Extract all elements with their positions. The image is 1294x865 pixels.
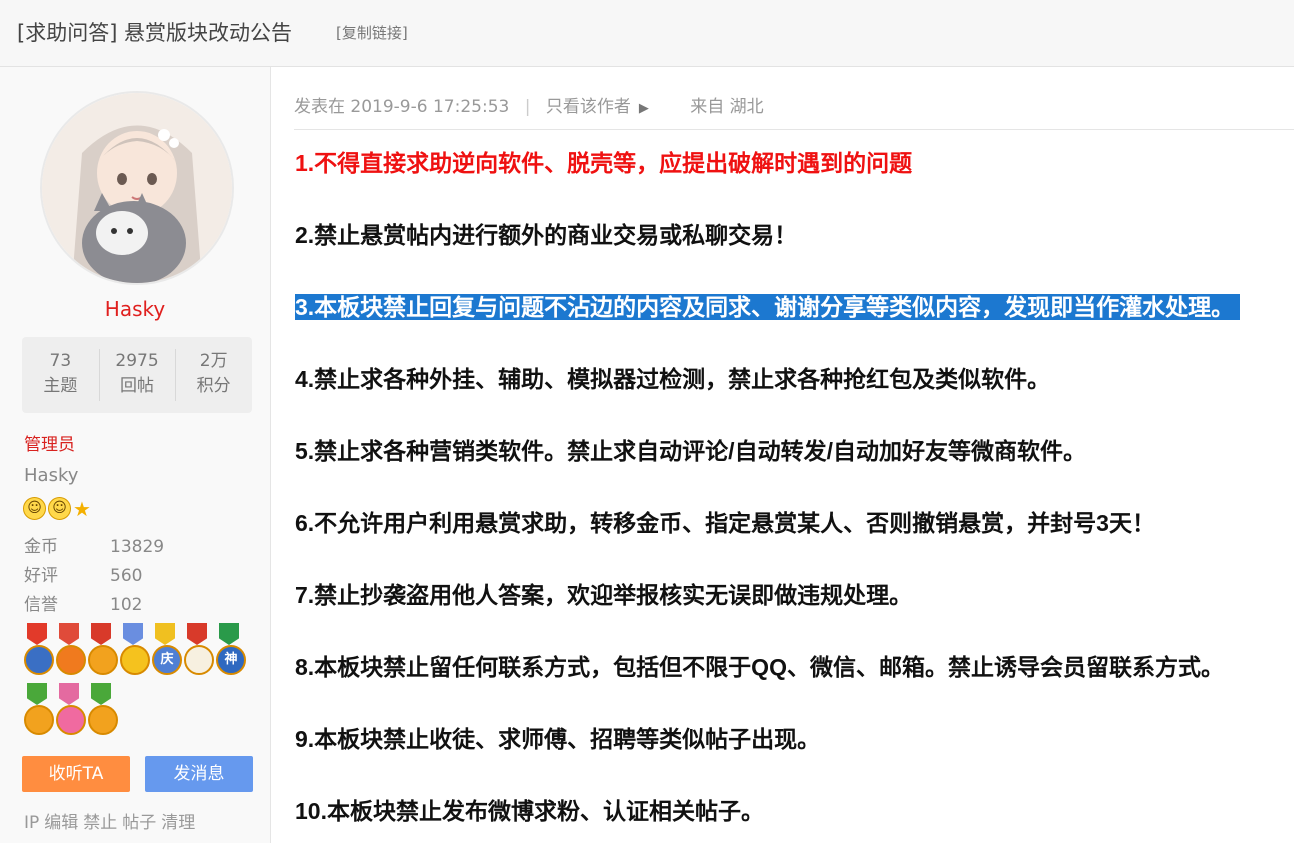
smiley-icon: ☺ xyxy=(23,497,46,520)
stat-replies[interactable]: 2975 回帖 xyxy=(98,337,176,413)
medal-icon[interactable] xyxy=(182,623,214,679)
medal-icon[interactable] xyxy=(86,683,118,739)
rule-item: 7.禁止抄袭盗用他人答案，欢迎举报核实无误即做违规处理。 xyxy=(295,582,913,608)
avatar-illustration xyxy=(42,93,232,283)
medal-icon[interactable] xyxy=(22,623,54,679)
rule-item: 9.本板块禁止收徒、求师傅、招聘等类似帖子出现。 xyxy=(295,726,821,752)
star-icon: ★ xyxy=(73,496,91,521)
info-key: 金币 xyxy=(24,537,58,557)
posted-time: 2019-9-6 17:25:53 xyxy=(350,97,510,117)
rule-item: 4.禁止求各种外挂、辅助、模拟器过检测，禁止求各种抢红包及类似软件。 xyxy=(295,366,1051,392)
stat-label: 积分 xyxy=(196,376,231,396)
rule-item: 1.不得直接求助逆向软件、脱壳等，应提出破解时遇到的问题 xyxy=(295,150,913,176)
posted-prefix: 发表在 xyxy=(294,97,345,117)
post-body: 1.不得直接求助逆向软件、脱壳等，应提出破解时遇到的问题 2.禁止悬赏帖内进行额… xyxy=(295,145,1285,865)
medal-icon[interactable] xyxy=(54,623,86,679)
post-location: 来自 湖北 xyxy=(690,97,764,117)
medal-icon[interactable]: 庆 xyxy=(150,623,182,679)
stat-label: 回帖 xyxy=(120,376,154,396)
stat-value: 2975 xyxy=(115,351,159,371)
info-coins: 金币 13829 xyxy=(24,532,164,557)
stat-value: 2万 xyxy=(199,351,228,371)
smiley-icon: ☺ xyxy=(48,497,71,520)
medal-icon[interactable]: 神 xyxy=(214,623,246,679)
medal-list: 庆 神 xyxy=(22,623,262,743)
rule-item: 3.本板块禁止回复与问题不沾边的内容及同求、谢谢分享等类似内容，发现即当作灌水处… xyxy=(295,289,1285,361)
medal-icon[interactable] xyxy=(118,623,150,679)
info-key: 信誉 xyxy=(24,595,58,615)
info-value: 13829 xyxy=(110,537,165,557)
rule-item: 2.禁止悬赏帖内进行额外的商业交易或私聊交易！ xyxy=(295,222,798,248)
medal-icon[interactable] xyxy=(54,683,86,739)
stat-points[interactable]: 2万 积分 xyxy=(175,337,252,413)
only-author-link[interactable]: 只看该作者 xyxy=(546,97,631,117)
medal-glyph: 神 xyxy=(216,645,246,675)
admin-link-ip[interactable]: IP xyxy=(24,813,39,833)
avatar[interactable] xyxy=(40,91,234,285)
rule-item: 6.不允许用户利用悬赏求助，转移金币、指定悬赏某人、否则撤销悬赏，并封号3天！ xyxy=(295,510,1155,536)
thread-title: [求助问答] 悬赏版块改动公告 xyxy=(17,21,293,45)
medal-icon[interactable] xyxy=(86,623,118,679)
admin-link-posts[interactable]: 帖子 xyxy=(122,813,156,833)
copy-link[interactable]: [复制链接] xyxy=(336,22,408,43)
info-credit: 信誉 102 xyxy=(24,590,142,615)
thread-header: [求助问答] 悬赏版块改动公告 [复制链接] xyxy=(0,0,1294,67)
author-stats: 73 主题 2975 回帖 2万 积分 xyxy=(22,337,252,413)
stat-value: 73 xyxy=(49,351,72,371)
info-rating: 好评 560 xyxy=(24,561,142,586)
stat-topics[interactable]: 73 主题 xyxy=(22,337,99,413)
stat-label: 主题 xyxy=(43,376,78,396)
highlighted-rule-text: 3.本板块禁止回复与问题不沾边的内容及同求、谢谢分享等类似内容，发现即当作灌水处… xyxy=(295,294,1241,320)
rule-item: 10.本板块禁止发布微博求粉、认证相关帖子。 xyxy=(295,798,764,824)
info-key: 好评 xyxy=(24,566,58,586)
rule-item: 5.禁止求各种营销类软件。禁止求自动评论/自动转发/自动加好友等微商软件。 xyxy=(295,438,1086,464)
author-sidebar: Hasky 73 主题 2975 回帖 2万 积分 管理员 Hasky ☺ ☺ … xyxy=(0,67,271,843)
triangle-right-icon[interactable]: ▶ xyxy=(639,101,649,116)
admin-link-clean[interactable]: 清理 xyxy=(161,813,195,833)
user-group-name: Hasky xyxy=(24,465,79,486)
meta-separator: | xyxy=(524,97,531,117)
info-value: 102 xyxy=(110,595,143,615)
user-group[interactable]: 管理员 xyxy=(24,430,75,455)
medal-glyph: 庆 xyxy=(152,645,182,675)
rule-item: 8.本板块禁止留任何联系方式，包括但不限于QQ、微信、邮箱。禁止诱导会员留联系方… xyxy=(295,654,1224,680)
post-meta: 发表在 2019-9-6 17:25:53 | 只看该作者 ▶ 来自 湖北 xyxy=(294,92,1294,130)
info-value: 560 xyxy=(110,566,143,586)
follow-button[interactable]: 收听TA xyxy=(22,756,130,792)
send-message-button[interactable]: 发消息 xyxy=(145,756,253,792)
author-name[interactable]: Hasky xyxy=(0,297,270,321)
admin-link-edit[interactable]: 编辑 xyxy=(44,813,78,833)
rank-icons: ☺ ☺ ★ xyxy=(23,497,91,520)
admin-links: IP 编辑 禁止 帖子 清理 xyxy=(24,808,200,833)
medal-icon[interactable] xyxy=(22,683,54,739)
admin-link-ban[interactable]: 禁止 xyxy=(83,813,117,833)
